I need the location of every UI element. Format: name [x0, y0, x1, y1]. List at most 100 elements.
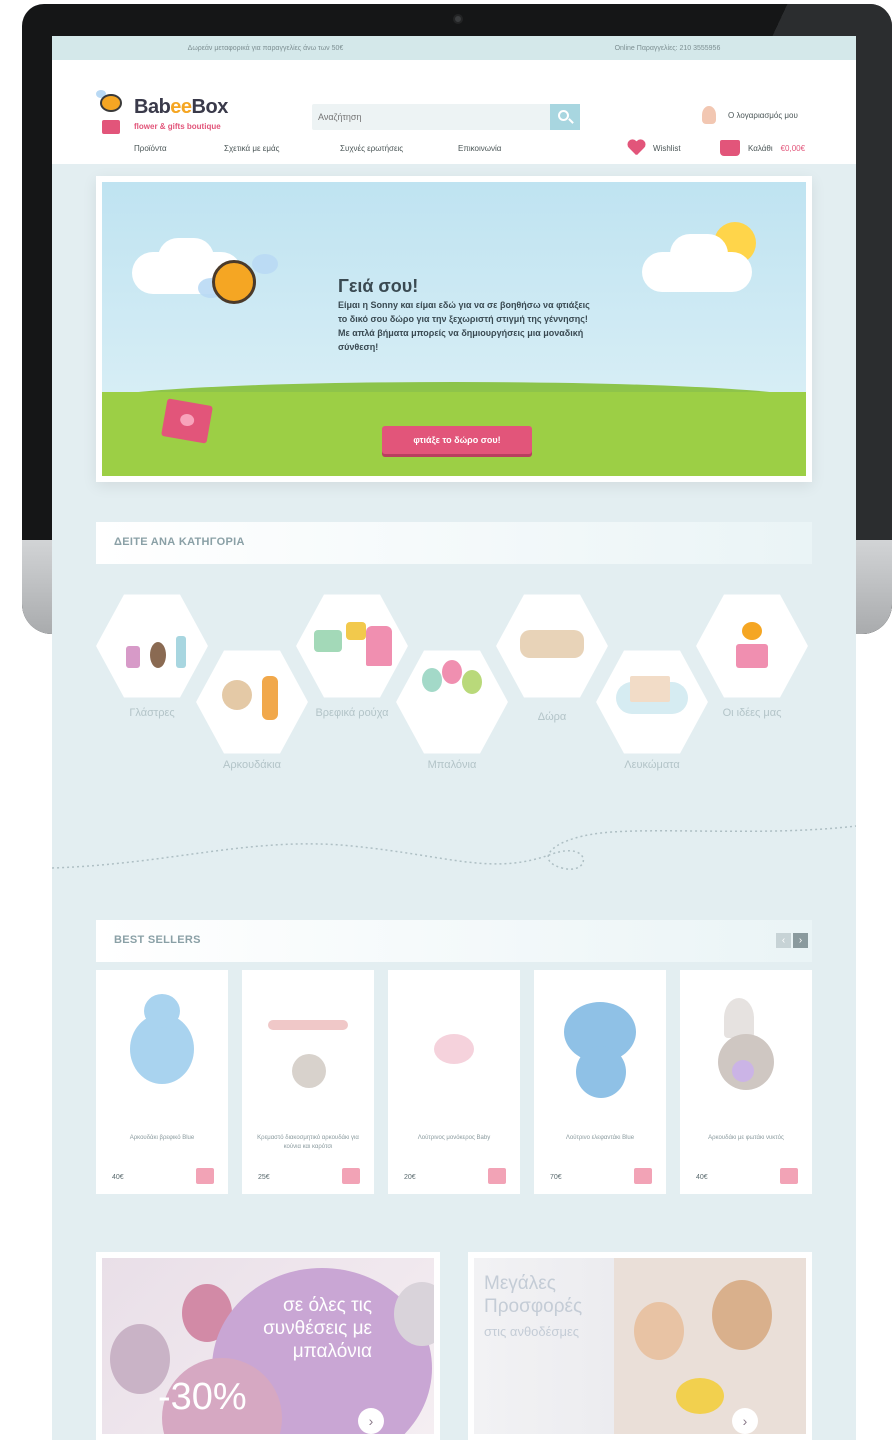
category-albums[interactable]: [596, 650, 708, 754]
mother-face: [712, 1280, 772, 1350]
bee-mascot-icon: [212, 260, 256, 304]
next-arrow-icon[interactable]: ›: [793, 933, 808, 948]
hero-text: Είμαι η Sonny και είμαι εδώ για να σε βο…: [338, 300, 590, 352]
category-label: Δώρα: [537, 711, 567, 723]
category-baby-clothes[interactable]: [296, 594, 408, 698]
rocking-horse-icon: [520, 630, 584, 658]
plant-pot-icon: [126, 646, 140, 668]
category-balloons[interactable]: [396, 650, 508, 754]
search-box: [312, 104, 580, 130]
teddy-bear-icon: [222, 680, 252, 710]
balloon-icon: [462, 670, 482, 694]
hero-scene: Γειά σου! Είμαι η Sonny και είμαι εδώ γι…: [102, 182, 806, 476]
child-face: [634, 1302, 684, 1360]
add-to-cart-icon[interactable]: [780, 1168, 798, 1184]
create-gift-button[interactable]: φτιάξε το δώρο σου!: [382, 426, 532, 454]
bottle-vase-icon: [176, 636, 186, 668]
arrow-right-icon[interactable]: ›: [732, 1408, 758, 1434]
arrow-right-icon[interactable]: ›: [358, 1408, 384, 1434]
tulip-bouquet: [676, 1378, 724, 1414]
hero-title: Γειά σου!: [338, 276, 419, 296]
site-header: BabeeBox flower & gifts boutique Ο λογαρ…: [52, 60, 856, 164]
wishlist-link[interactable]: Wishlist: [627, 140, 681, 156]
product-price: 25€: [258, 1174, 270, 1181]
product-card[interactable]: Λούτρινο ελεφαντάκι Blue 70€: [534, 970, 666, 1194]
prev-arrow-icon[interactable]: ‹: [776, 933, 791, 948]
cloud-right-top: [670, 234, 728, 274]
product-name: Αρκουδάκι βρεφικό Blue: [129, 1135, 195, 1141]
dotted-path-divider: [52, 825, 856, 870]
add-to-cart-icon[interactable]: [342, 1168, 360, 1184]
product-card[interactable]: Κρεμαστό διακοσμητικό αρκουδάκι για κούν…: [242, 970, 374, 1194]
unicorn-plush-image: [408, 994, 500, 1100]
promo-banner-balloons[interactable]: σε όλες τις συνθέσεις με μπαλόνια -30% ›: [96, 1252, 440, 1440]
vase-icon: [150, 642, 166, 668]
nav-item-faq[interactable]: Συχνές ερωτήσεις: [340, 144, 403, 153]
teddy-bear-blue-image: [116, 994, 208, 1100]
webcam-icon: [453, 14, 463, 24]
category-our-ideas[interactable]: [696, 594, 808, 698]
category-teddy-bears[interactable]: [196, 650, 308, 754]
nav-item-contact[interactable]: Επικοινωνία: [458, 144, 501, 153]
product-card[interactable]: Αρκουδάκι με φωτάκι νυκτός 40€: [680, 970, 812, 1194]
search-button[interactable]: [550, 104, 580, 130]
search-input[interactable]: [318, 108, 538, 126]
categories-header: ΔΕΙΤΕ ΑΝΑ ΚΑΤΗΓΟΡΙΑ: [96, 522, 812, 564]
category-label: Λευκώματα: [624, 759, 680, 771]
product-card[interactable]: Αρκουδάκι βρεφικό Blue 40€: [96, 970, 228, 1194]
bag-icon: [346, 622, 366, 640]
product-price: 40€: [112, 1174, 124, 1181]
product-name: Λούτρινο ελεφαντάκι Blue: [565, 1135, 635, 1141]
promo-right-subtitle: στις ανθοδέσμες: [484, 1324, 580, 1339]
user-icon: [702, 106, 716, 124]
top-info-bar: Δωρεάν μεταφορικά για παραγγελίες άνω τω…: [52, 36, 856, 60]
phone-notice: Online Παραγγελίες: 210 3555956: [614, 44, 721, 52]
balloon-icon: [442, 660, 462, 684]
bee-wing-icon: [252, 254, 278, 274]
product-card[interactable]: Λούτρινος μονόκερος Baby 20€: [388, 970, 520, 1194]
category-label: Μπαλόνια: [427, 759, 477, 771]
nightlight-bear-image: [700, 994, 792, 1100]
heart-icon: [627, 140, 645, 156]
nav-item-products[interactable]: Προϊόντα: [134, 144, 167, 153]
add-to-cart-icon[interactable]: [196, 1168, 214, 1184]
main-nav: Προϊόντα Σχετικά με εμάς Συχνές ερωτήσει…: [52, 130, 856, 164]
gift-box-icon: [736, 644, 768, 668]
promo-mother-image: Μεγάλες Προσφορές στις ανθοδέσμες ›: [474, 1258, 806, 1434]
product-price: 40€: [696, 1174, 708, 1181]
carousel-arrows: ‹ ›: [776, 933, 808, 948]
cart-label: Καλάθι: [748, 143, 773, 153]
dress-icon: [366, 626, 392, 666]
category-label: Γλάστρες: [129, 707, 175, 719]
promo-left-text: σε όλες τις συνθέσεις με μπαλόνια: [263, 1295, 372, 1362]
promo-banner-bouquets[interactable]: Μεγάλες Προσφορές στις ανθοδέσμες ›: [468, 1252, 812, 1440]
bee-icon: [742, 622, 762, 640]
nav-item-about[interactable]: Σχετικά με εμάς: [224, 144, 279, 153]
add-to-cart-icon[interactable]: [488, 1168, 506, 1184]
cart-total: €0,00€: [780, 143, 806, 153]
bee-icon: [100, 94, 122, 112]
category-gifts[interactable]: [496, 594, 608, 698]
category-label: Βρεφικά ρούχα: [315, 707, 389, 719]
cart-box-icon: [720, 140, 740, 156]
promo-right-title: Μεγάλες Προσφορές: [484, 1273, 583, 1317]
giraffe-icon: [262, 676, 278, 720]
promo-balloons-image: σε όλες τις συνθέσεις με μπαλόνια -30% ›: [102, 1258, 434, 1434]
category-label: Οι ιδέες μας: [722, 707, 782, 719]
add-to-cart-icon[interactable]: [634, 1168, 652, 1184]
promo-discount: -30%: [158, 1376, 247, 1418]
shipping-notice: Δωρεάν μεταφορικά για παραγγελίες άνω τω…: [187, 44, 344, 52]
website-screen: Δωρεάν μεταφορικά για παραγγελίες άνω τω…: [52, 36, 856, 1440]
product-name: Λούτρινος μονόκερος Baby: [417, 1135, 491, 1141]
bestsellers-header: BEST SELLERS: [96, 920, 812, 962]
category-plants[interactable]: [96, 594, 208, 698]
crib-mobile-image: [262, 994, 354, 1100]
category-label: Αρκουδάκια: [223, 759, 281, 771]
product-name: Κρεμαστό διακοσμητικό αρκουδάκι για κούν…: [257, 1135, 359, 1150]
wishlist-label: Wishlist: [653, 143, 681, 153]
account-label: Ο λογαριασμός μου: [728, 110, 798, 120]
cart-link[interactable]: Καλάθι €0,00€: [720, 140, 805, 156]
product-name: Αρκουδάκι με φωτάκι νυκτός: [708, 1135, 784, 1141]
bodysuit-icon: [314, 630, 342, 652]
account-link[interactable]: Ο λογαριασμός μου: [702, 106, 798, 124]
